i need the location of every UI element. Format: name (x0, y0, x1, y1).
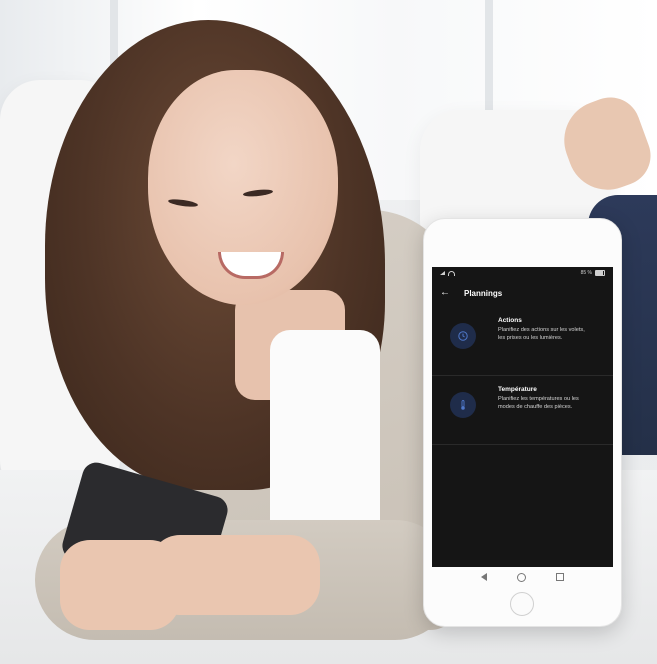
item-description: Planifiez des actions sur les volets, le… (498, 327, 585, 341)
battery-level: 85 % (580, 270, 592, 276)
nav-back-icon[interactable] (481, 573, 487, 581)
android-nav-bar (424, 569, 621, 585)
hand (150, 535, 320, 615)
page-title: Plannings (464, 288, 503, 298)
nav-home-icon[interactable] (517, 572, 526, 582)
wifi-icon (448, 270, 455, 276)
nav-recent-icon[interactable] (556, 573, 564, 581)
item-title: Température (498, 386, 537, 393)
t-shirt (270, 330, 380, 530)
status-bar: 85 % (432, 267, 613, 279)
clock-icon (450, 323, 476, 349)
app-bar: ← Plannings (432, 279, 613, 307)
phone-mockup: 85 % ← Plannings Actions Planifiez des a… (423, 218, 622, 627)
phone-screen: 85 % ← Plannings Actions Planifiez des a… (432, 267, 613, 567)
battery-icon (595, 270, 605, 276)
planning-item-actions[interactable]: Actions Planifiez des actions sur les vo… (432, 307, 613, 376)
home-button[interactable] (510, 592, 534, 616)
signal-icon (440, 271, 445, 275)
arrow-left-icon[interactable]: ← (440, 288, 454, 298)
item-description: Planifiez les températures ou les modes … (498, 396, 579, 410)
planning-item-temperature[interactable]: Température Planifiez les températures o… (432, 376, 613, 445)
thermometer-icon (450, 392, 476, 418)
item-title: Actions (498, 317, 522, 324)
